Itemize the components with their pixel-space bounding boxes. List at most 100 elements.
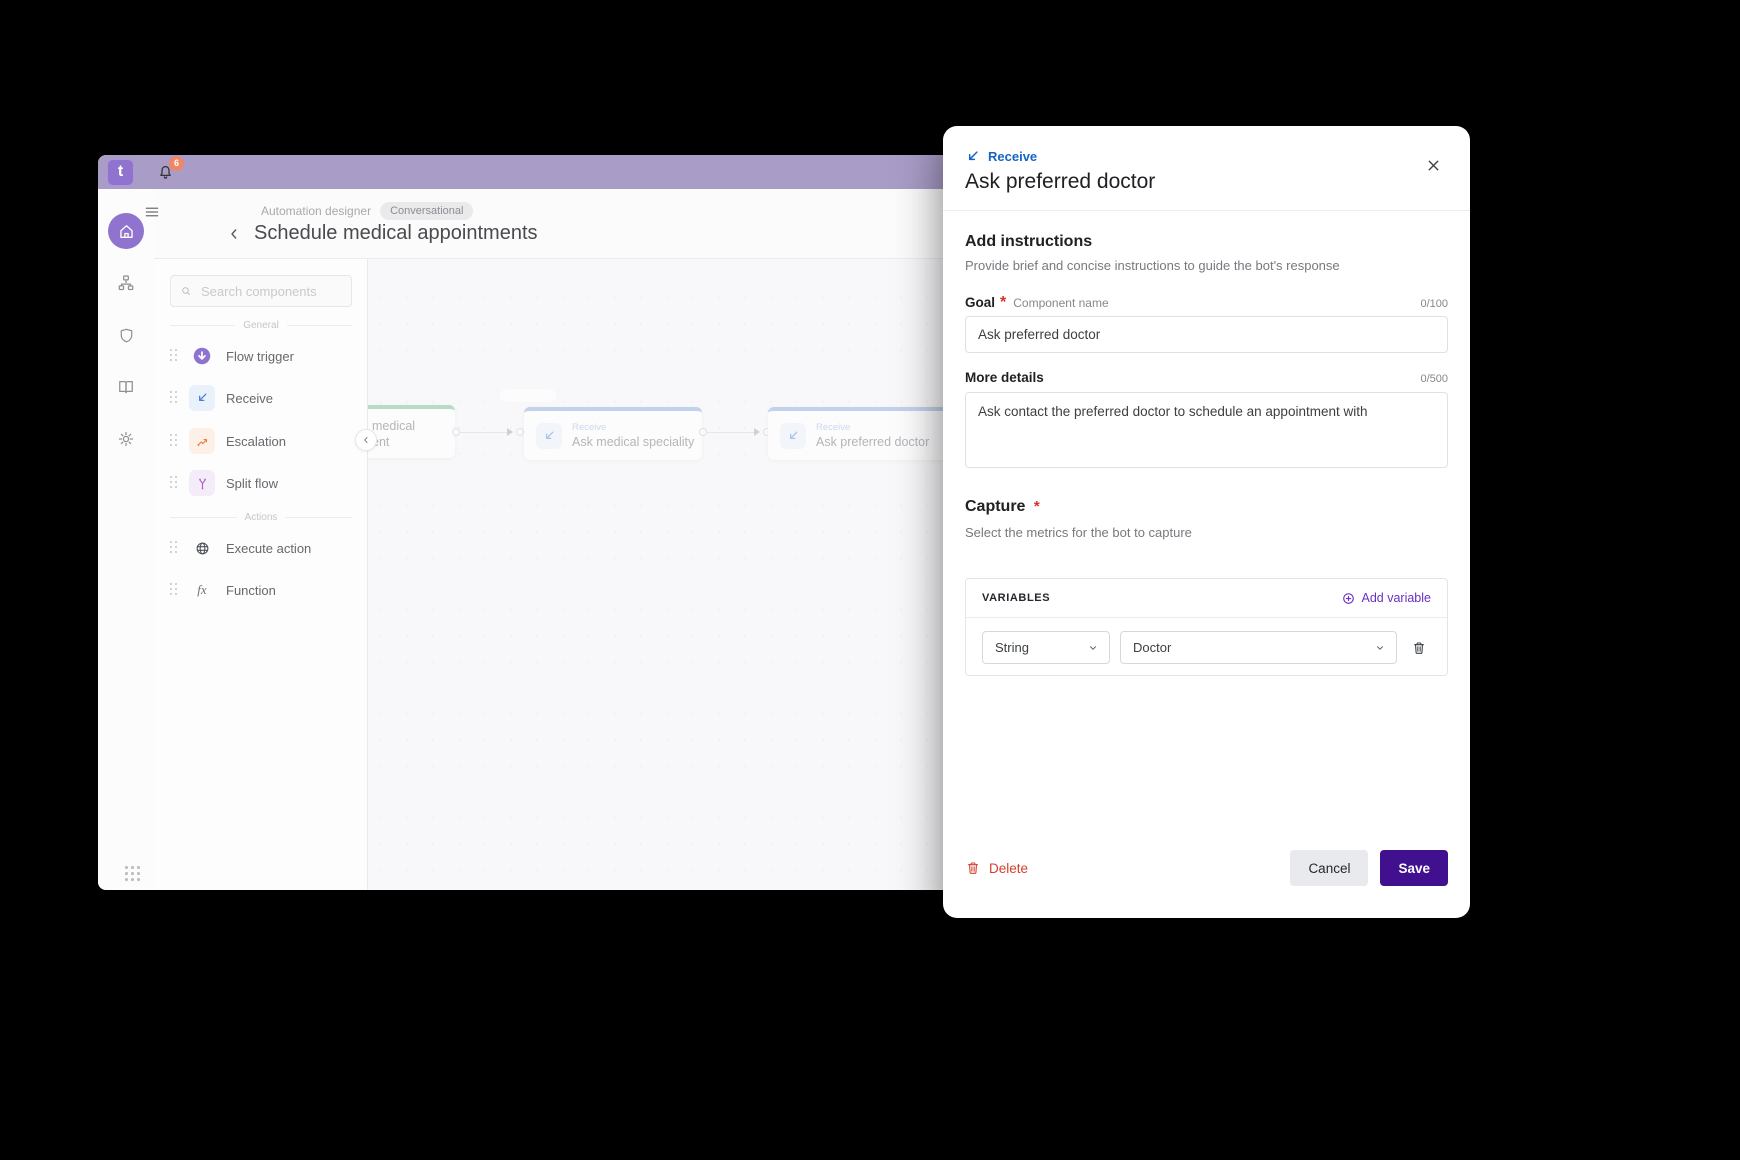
back-button[interactable] [226, 226, 242, 242]
search-icon [180, 284, 192, 298]
component-label: Receive [226, 391, 273, 406]
instructions-subtitle: Provide brief and concise instructions t… [965, 258, 1340, 273]
gear-icon [116, 429, 136, 449]
panel-collapse-button[interactable] [355, 429, 377, 451]
variables-title: VARIABLES [982, 592, 1050, 604]
trash-icon [965, 860, 981, 876]
variable-name-value: Doctor [1133, 640, 1171, 655]
split-flow-icon [189, 470, 215, 496]
menu-toggle[interactable] [143, 203, 161, 221]
close-icon [1425, 157, 1442, 174]
trash-icon [1411, 640, 1427, 656]
delete-variable-button[interactable] [1407, 636, 1431, 660]
details-label-row: More details 0/500 [965, 370, 1448, 385]
breadcrumb: Automation designer [261, 204, 371, 218]
page-title: Schedule medical appointments [254, 222, 538, 245]
notification-badge: 6 [169, 156, 184, 171]
goal-counter: 0/100 [1420, 298, 1448, 310]
goal-label-row: Goal * Component name 0/100 [965, 294, 1448, 312]
search-input[interactable] [199, 283, 342, 300]
nav-library[interactable] [108, 369, 144, 405]
component-execute-action[interactable]: Execute action [170, 531, 357, 565]
nav-home[interactable] [108, 213, 144, 249]
app-logo-glyph: t [118, 163, 123, 181]
app-launcher-button[interactable] [125, 866, 127, 868]
required-mark: * [1034, 498, 1040, 515]
escalation-icon [189, 428, 215, 454]
section-label: Actions [245, 512, 278, 523]
drag-handle-icon[interactable] [170, 583, 178, 597]
component-search[interactable] [170, 275, 352, 307]
shield-icon [117, 326, 136, 345]
capture-heading-row: Capture * [965, 498, 1040, 516]
cancel-button[interactable]: Cancel [1290, 850, 1368, 886]
instructions-heading: Add instructions [965, 233, 1092, 251]
flow-trigger-icon [189, 343, 215, 369]
plus-circle-icon [1341, 591, 1356, 606]
execute-action-icon [189, 535, 215, 561]
component-function[interactable]: fx Function [170, 573, 357, 607]
nav-rail [98, 189, 155, 890]
panel-title: Ask preferred doctor [965, 170, 1155, 194]
component-receive[interactable]: Receive [170, 381, 357, 415]
capture-subtitle: Select the metrics for the bot to captur… [965, 525, 1192, 540]
apps-grid-icon [125, 866, 128, 869]
section-label: General [243, 320, 279, 331]
capture-heading: Capture [965, 498, 1025, 515]
section-divider-general: General [170, 320, 352, 331]
variables-card: VARIABLES Add variable String Doctor [965, 578, 1448, 676]
component-escalation[interactable]: Escalation [170, 424, 357, 458]
chevron-down-icon [1087, 642, 1099, 654]
component-label: Function [226, 583, 276, 598]
notifications-button[interactable]: 6 [156, 163, 175, 182]
nav-settings[interactable] [108, 421, 144, 457]
required-mark: * [1000, 294, 1006, 312]
goal-hint: Component name [1013, 296, 1108, 310]
component-label: Split flow [226, 476, 278, 491]
collapse-chevron-icon [361, 435, 371, 445]
book-icon [116, 377, 136, 397]
panel-type-label: Receive [988, 149, 1037, 164]
drag-handle-icon[interactable] [170, 541, 178, 555]
add-variable-label: Add variable [1362, 591, 1432, 605]
drag-handle-icon[interactable] [170, 391, 178, 405]
delete-label: Delete [989, 861, 1028, 876]
receive-icon [189, 385, 215, 411]
receive-arrow-icon [965, 149, 980, 164]
back-chevron-icon [226, 226, 242, 242]
nav-security[interactable] [108, 317, 144, 353]
goal-label: Goal [965, 295, 995, 310]
flows-icon [116, 273, 136, 293]
delete-component-button[interactable]: Delete [965, 860, 1028, 876]
drag-handle-icon[interactable] [170, 476, 178, 490]
component-label: Flow trigger [226, 349, 294, 364]
variables-header: VARIABLES Add variable [966, 579, 1447, 618]
details-textarea[interactable]: Ask contact the preferred doctor to sche… [965, 392, 1448, 468]
component-label: Escalation [226, 434, 286, 449]
component-split-flow[interactable]: Split flow [170, 466, 357, 500]
component-editor-panel: Receive Ask preferred doctor Add instruc… [943, 126, 1470, 918]
chevron-down-icon [1374, 642, 1386, 654]
add-variable-button[interactable]: Add variable [1341, 591, 1432, 606]
components-panel: General Flow trigger Receive [154, 259, 368, 890]
goal-input[interactable] [965, 316, 1448, 353]
component-label: Execute action [226, 541, 311, 556]
variable-type-value: String [995, 640, 1029, 655]
component-flow-trigger[interactable]: Flow trigger [170, 339, 357, 373]
drag-handle-icon[interactable] [170, 434, 178, 448]
header-divider [943, 210, 1470, 211]
details-label: More details [965, 370, 1044, 385]
close-button[interactable] [1422, 154, 1444, 176]
variable-type-select[interactable]: String [982, 631, 1110, 664]
app-logo[interactable]: t [107, 159, 134, 186]
section-divider-actions: Actions [170, 512, 352, 523]
flow-type-tag: Conversational [380, 202, 473, 220]
variable-name-select[interactable]: Doctor [1120, 631, 1397, 664]
hamburger-icon [143, 203, 161, 221]
details-counter: 0/500 [1420, 373, 1448, 385]
save-button[interactable]: Save [1380, 850, 1448, 886]
panel-footer: Delete Cancel Save [965, 850, 1448, 886]
drag-handle-icon[interactable] [170, 349, 178, 363]
nav-flows[interactable] [108, 265, 144, 301]
home-icon [117, 222, 136, 241]
